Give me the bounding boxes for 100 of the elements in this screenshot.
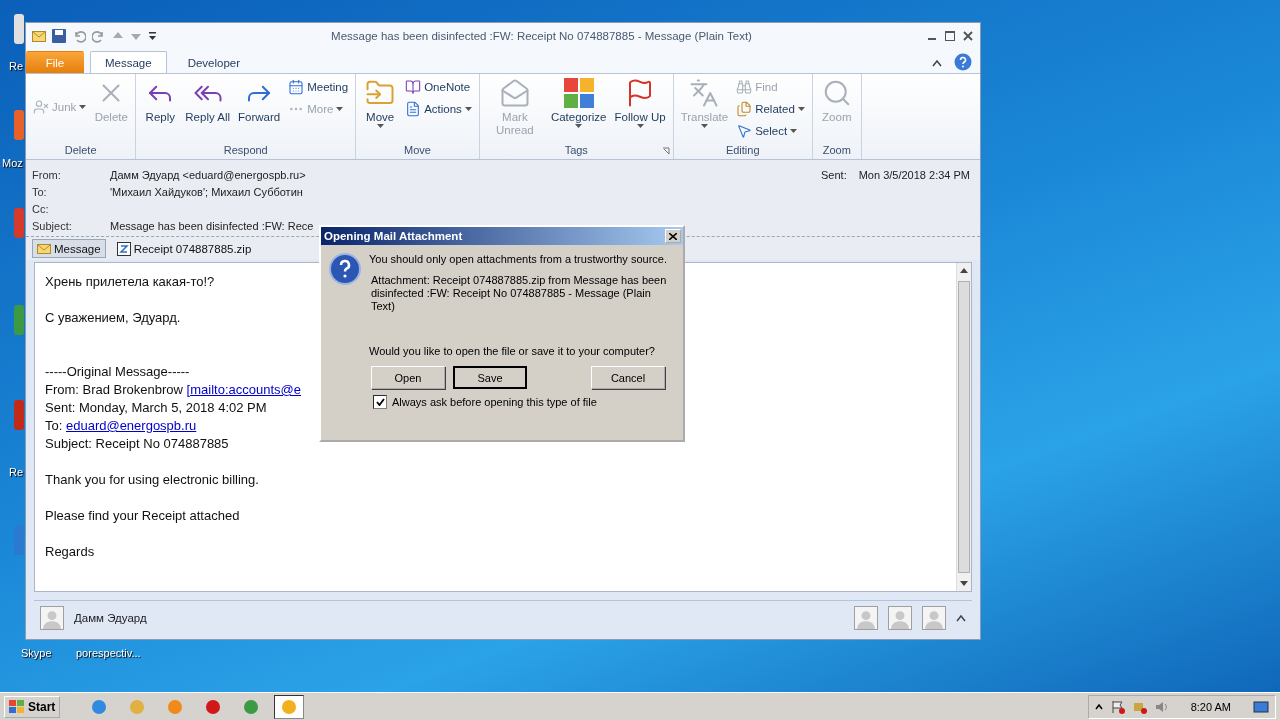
expand-icon[interactable] [956, 614, 966, 622]
redo-icon[interactable] [92, 29, 106, 43]
person-icon [890, 609, 910, 629]
email-link[interactable]: eduard@energospb.ru [65, 418, 197, 433]
body-line: To: eduard@energospb.ru [45, 417, 197, 435]
header-label: From: [32, 168, 62, 181]
contact-avatar[interactable] [888, 606, 912, 630]
binoculars-icon [736, 79, 753, 95]
group-label: Tags [564, 144, 588, 158]
body-line: Хрень прилетела какая-то!? [45, 273, 215, 291]
person-icon [924, 609, 944, 629]
caret-icon [575, 124, 583, 128]
close-icon [669, 232, 677, 240]
contact-name: Дамм Эдуард [74, 612, 148, 624]
contact-avatar[interactable] [922, 606, 946, 630]
documents-icon [736, 101, 753, 117]
person-icon [42, 609, 62, 629]
person-icon [856, 609, 876, 629]
ribbon-button[interactable]: Related [733, 98, 808, 120]
caret-icon [336, 107, 344, 111]
dialog-button[interactable]: Cancel [591, 366, 665, 389]
circle-icon [243, 698, 260, 715]
customize-icon[interactable] [148, 31, 157, 41]
caret-icon [79, 105, 87, 109]
close-button[interactable] [665, 229, 681, 243]
ribbon-tab[interactable]: Developer [172, 51, 256, 73]
scroll-up-icon[interactable] [959, 266, 969, 276]
dialog-button[interactable]: Open [371, 366, 445, 389]
speaker-icon[interactable] [1154, 699, 1169, 714]
ribbon-button[interactable]: Follow Up [611, 76, 669, 130]
ribbon-button[interactable]: Meeting [285, 76, 352, 98]
scrollbar[interactable] [956, 263, 971, 591]
scroll-down-icon[interactable] [959, 578, 969, 588]
question-text: Would you like to open the file or save it to your computer? [369, 345, 656, 358]
window-title: Message has been disinfected :FW: Receipt No 074887885 - Message (Plain Text) [330, 30, 753, 42]
header-label: To: [32, 185, 48, 198]
caret-up-icon[interactable] [1094, 702, 1103, 711]
header-label: Sent: [821, 168, 847, 181]
notebook-icon [405, 79, 422, 95]
attachment-tab[interactable]: Receipt 074887885.zip [111, 239, 257, 258]
desktop-icon-label[interactable]: Re [9, 60, 24, 72]
shortcut-icon[interactable] [14, 14, 24, 44]
checkbox-label: Always ask before opening this type of file [392, 396, 597, 408]
email-link[interactable]: [mailto:accounts@e [186, 382, 301, 397]
desktop-icon-label[interactable]: Re [9, 466, 24, 478]
undo-icon[interactable] [72, 29, 86, 43]
document-icon [405, 101, 422, 117]
circle-icon [205, 698, 222, 715]
ribbon-button[interactable]: Move [360, 76, 401, 130]
group-label: Respond [223, 144, 268, 158]
body-line: -----Original Message----- [45, 363, 190, 381]
translate-icon [689, 78, 720, 108]
body-line: Please find your Receipt attached [45, 507, 240, 525]
contact-avatar[interactable] [854, 606, 878, 630]
body-line: From: Brad Brokenbrow [mailto:accounts@e [45, 381, 301, 399]
maximize-icon[interactable] [944, 30, 956, 42]
start-button[interactable]: Start [4, 695, 61, 718]
dialog-launcher-icon[interactable] [661, 147, 670, 155]
caret-icon [700, 124, 708, 128]
ribbon-button[interactable]: Forward [235, 76, 284, 126]
dialog-title: Opening Mail Attachment [324, 230, 464, 242]
group-label: Editing [725, 144, 760, 158]
taskbar-app-button[interactable] [274, 694, 305, 719]
collapse-icon[interactable] [932, 59, 942, 67]
attachment-tab[interactable]: Message [32, 239, 106, 258]
body-line: С уважением, Эдуард. [45, 309, 181, 327]
ribbon-tab[interactable]: Message [90, 51, 167, 73]
clock[interactable]: 8:20 AM [1190, 700, 1231, 713]
desktop-icon-label[interactable]: Moz [2, 157, 23, 169]
checkbox[interactable] [373, 395, 387, 409]
circle-icon [281, 698, 298, 715]
contact-avatar[interactable] [40, 606, 64, 630]
dialog-button[interactable]: Save [453, 366, 527, 389]
help-icon[interactable] [954, 53, 972, 71]
group-label: Move [404, 144, 431, 158]
save-icon[interactable] [52, 29, 66, 43]
header-value: Дамм Эдуард <eduard@energospb.ru> [110, 168, 307, 181]
header-value: Message has been disinfected :FW: Rece [110, 219, 315, 232]
caret-icon [797, 107, 805, 111]
ribbon-button[interactable]: Categorize [547, 76, 610, 130]
caret-icon [376, 124, 384, 128]
archive-icon [116, 241, 131, 256]
ribbon-button[interactable]: Reply [140, 76, 181, 126]
flag-icon[interactable] [1110, 699, 1125, 714]
header-label: Cc: [32, 202, 50, 215]
close-icon[interactable] [962, 30, 974, 42]
envelope-icon[interactable] [32, 30, 46, 42]
ribbon-button[interactable]: OneNote [402, 76, 475, 98]
circle-icon [91, 698, 108, 715]
circle-icon [129, 698, 146, 715]
caret-icon [464, 107, 472, 111]
ribbon-button[interactable]: Actions [402, 98, 475, 120]
header-value: 'Михаил Хайдуков'; Михаил Субботин [110, 185, 304, 198]
show-desktop-icon[interactable] [1253, 699, 1269, 714]
pointer-icon [736, 123, 753, 139]
header-value: Mon 3/5/2018 2:34 PM [858, 168, 970, 181]
ribbon-button[interactable]: Select [733, 120, 808, 142]
question-icon [329, 253, 361, 285]
caret-icon [636, 124, 644, 128]
ribbon-button[interactable]: Reply All [182, 76, 234, 126]
